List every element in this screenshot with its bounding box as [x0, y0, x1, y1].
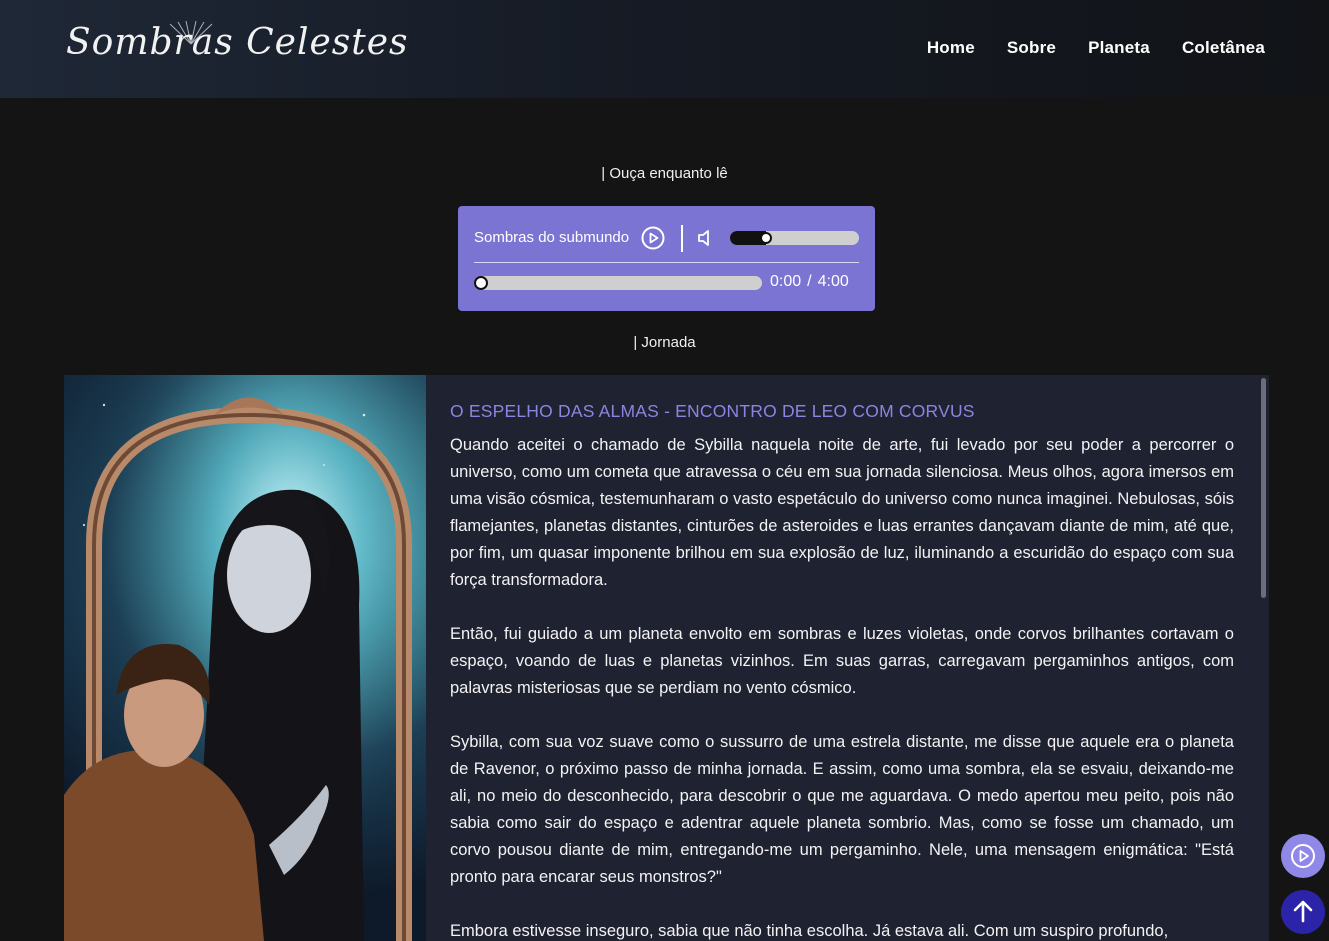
main-nav: Home Sobre Planeta Coletânea — [927, 38, 1265, 58]
story-scrollbar[interactable] — [1261, 378, 1266, 598]
listen-label: | Ouça enquanto lê — [601, 165, 728, 182]
speaker-muted-icon[interactable] — [697, 228, 713, 248]
story-paragraph: Embora estivesse inseguro, sabia que não… — [450, 922, 1169, 940]
play-circle-icon — [1291, 844, 1315, 868]
story-paragraph: Quando aceitei o chamado de Sybilla naqu… — [450, 436, 1234, 589]
story-content: O ESPELHO DAS ALMAS - ENCONTRO DE LEO CO… — [450, 401, 1234, 941]
seek-knob[interactable] — [474, 276, 488, 290]
time-separator: / — [807, 273, 812, 290]
current-time: 0:00 — [770, 273, 802, 290]
nav-coletanea[interactable]: Coletânea — [1182, 38, 1265, 58]
scroll-to-top-button[interactable] — [1281, 890, 1325, 934]
audio-player: Sombras do submundo 0:00 / 4:00 — [458, 206, 875, 311]
story-card: O ESPELHO DAS ALMAS - ENCONTRO DE LEO CO… — [64, 375, 1269, 941]
volume-knob[interactable] — [760, 232, 772, 244]
duration: 4:00 — [817, 273, 849, 290]
logo-text: Sombras Celestes — [66, 22, 409, 63]
seek-bar[interactable] — [474, 276, 762, 290]
track-title: Sombras do submundo — [474, 229, 630, 246]
nav-planeta[interactable]: Planeta — [1088, 38, 1150, 58]
story-illustration — [64, 375, 426, 941]
story-title: O ESPELHO DAS ALMAS - ENCONTRO DE LEO CO… — [450, 401, 975, 421]
time-display: 0:00 / 4:00 — [770, 273, 849, 291]
arrow-up-icon — [1293, 900, 1313, 923]
player-separator — [474, 262, 859, 263]
play-button[interactable] — [641, 226, 665, 250]
story-paragraph: Sybilla, com sua voz suave como o sussur… — [450, 733, 1234, 886]
story-paragraph: Então, fui guiado a um planeta envolto e… — [450, 625, 1234, 697]
site-logo[interactable]: Sombras Celestes — [66, 14, 408, 74]
site-header: Sombras Celestes Home Sobre Planeta Cole… — [0, 0, 1329, 98]
nav-sobre[interactable]: Sobre — [1007, 38, 1056, 58]
volume-slider[interactable] — [730, 231, 859, 245]
floating-play-button[interactable] — [1281, 834, 1325, 878]
nav-home[interactable]: Home — [927, 38, 975, 58]
journey-label: | Jornada — [633, 334, 696, 351]
play-circle-icon — [641, 226, 665, 250]
player-divider — [681, 225, 683, 252]
illustration-art — [64, 375, 426, 941]
